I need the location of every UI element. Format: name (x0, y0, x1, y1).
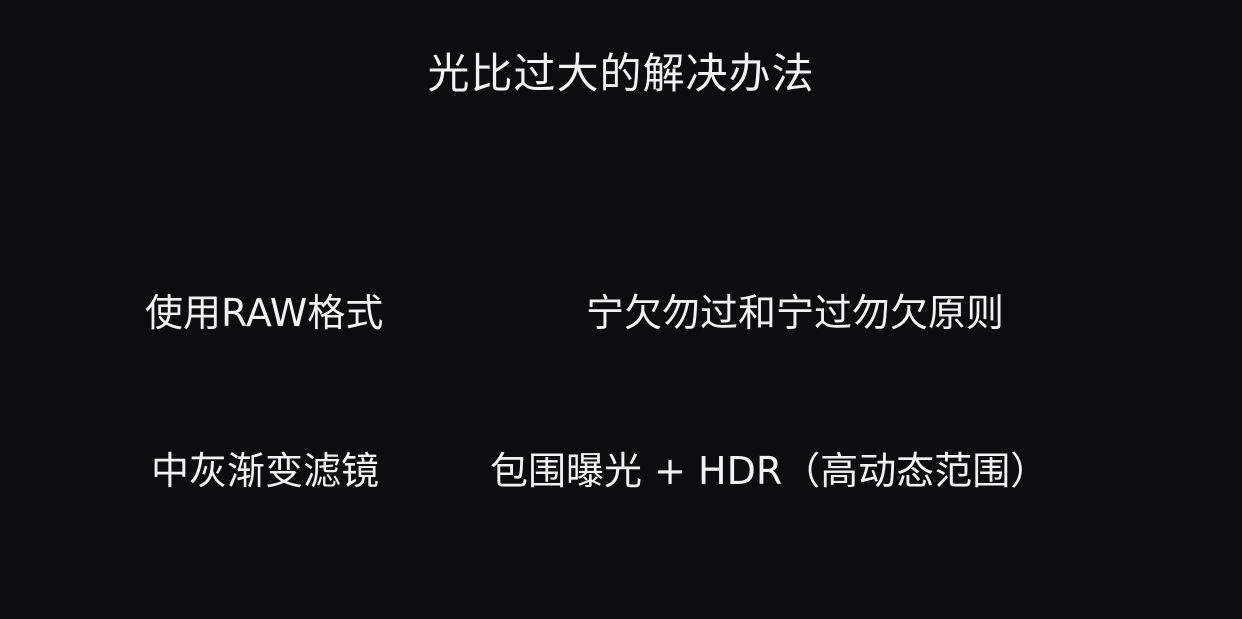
solution-item-exposure-principle: 宁欠勿过和宁过勿欠原则 (586, 291, 1005, 335)
solution-item-raw-format: 使用RAW格式 (145, 291, 384, 335)
solution-item-bracketing-hdr: 包围曝光 + HDR（高动态范围） (490, 449, 1049, 493)
slide-title: 光比过大的解决办法 (427, 49, 815, 98)
presentation-slide: 光比过大的解决办法 使用RAW格式 宁欠勿过和宁过勿欠原则 中灰渐变滤镜 包围曝… (0, 0, 1242, 619)
solution-item-gnd-filter: 中灰渐变滤镜 (151, 449, 380, 493)
